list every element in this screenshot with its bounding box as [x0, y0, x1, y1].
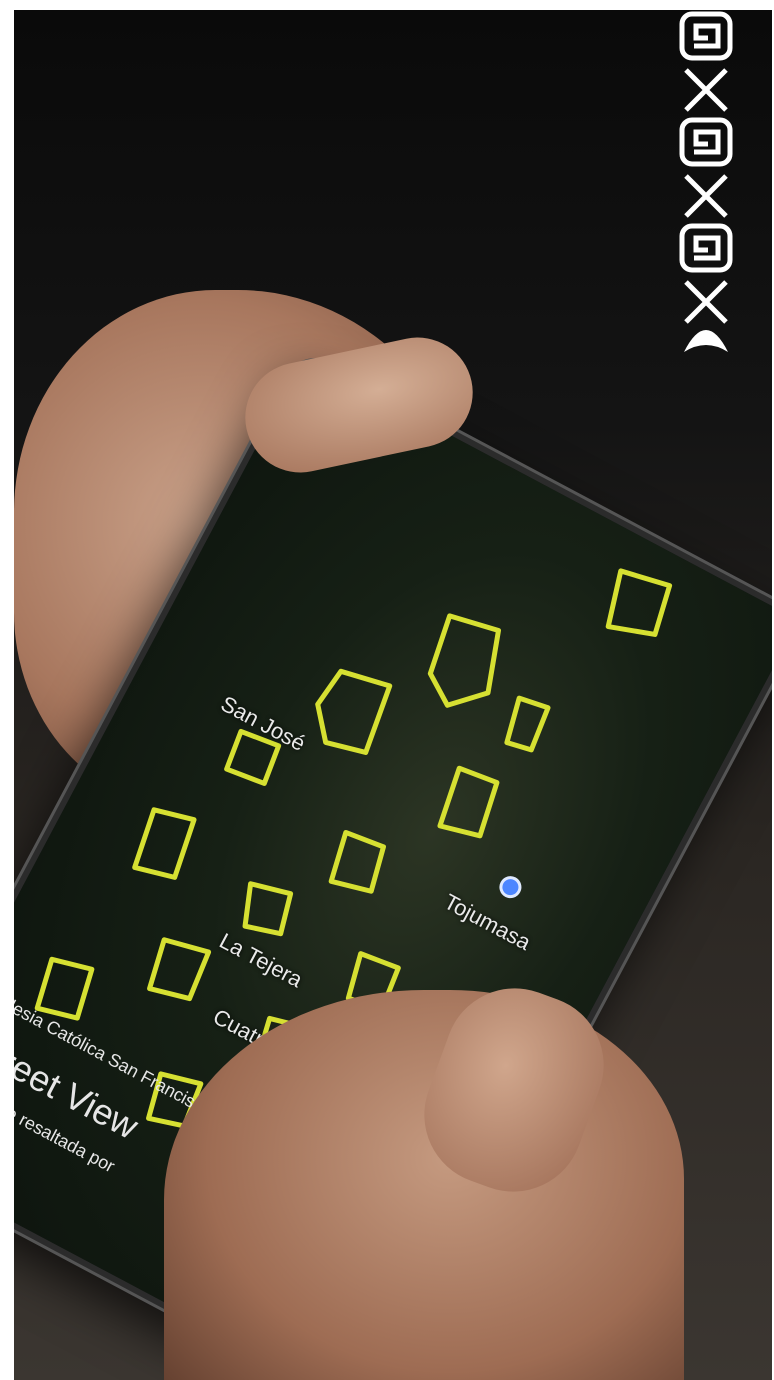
maze-spiral-x-logo: [679, 11, 733, 352]
highlight-polygon: [427, 613, 502, 708]
photo: San José Tojumasa La Tejera Cuatro Camin…: [14, 10, 772, 1380]
highlight-polygon: [242, 881, 294, 937]
highlight-polygon: [132, 807, 197, 880]
right-hand: [164, 990, 684, 1380]
highlight-polygon: [504, 695, 551, 753]
highlight-polygon: [605, 568, 673, 637]
highlight-polygon: [315, 668, 393, 755]
highlight-polygon: [437, 765, 500, 839]
highlight-polygon: [328, 829, 386, 894]
highlight-polygon: [147, 937, 212, 1002]
